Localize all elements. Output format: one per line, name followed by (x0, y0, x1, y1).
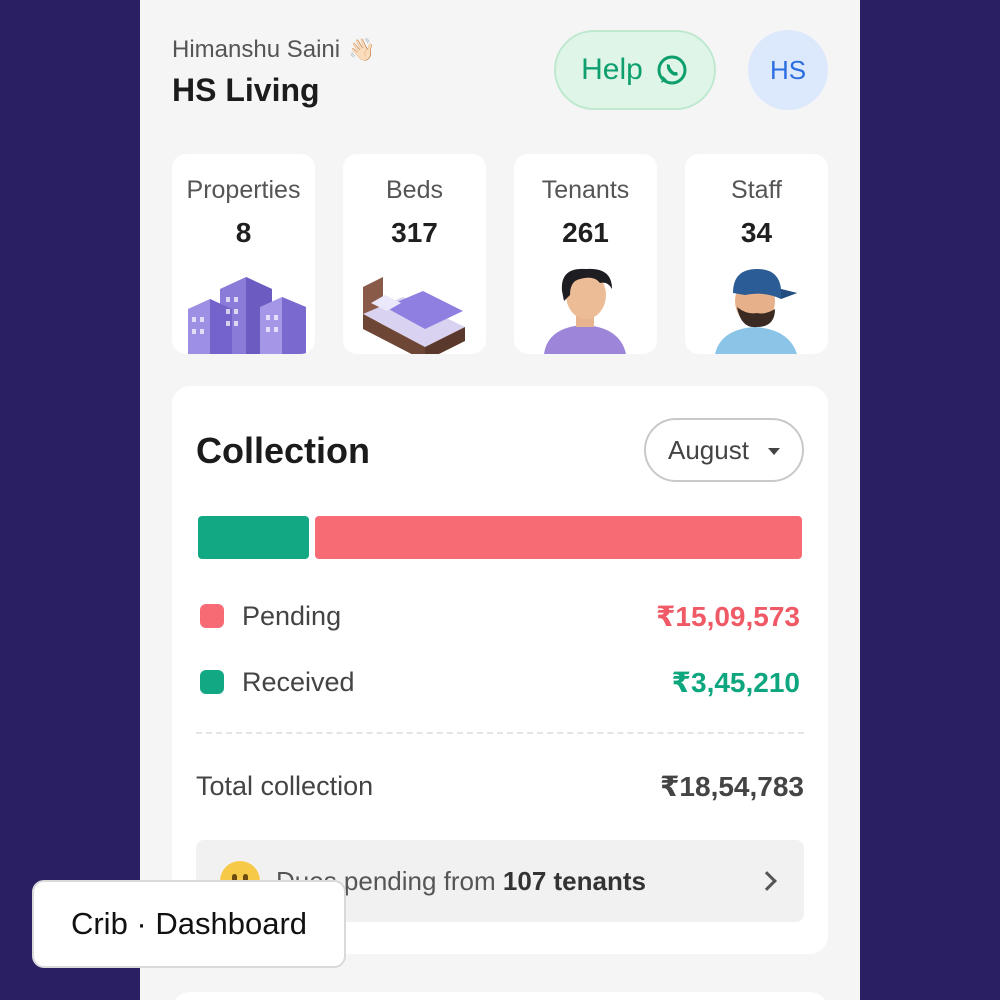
org-name: HS Living (172, 72, 320, 108)
stat-label: Beds (386, 176, 443, 204)
tenant-icon (544, 268, 626, 354)
collection-card: Collection August Pending ₹15,09,573 Rec… (172, 386, 828, 954)
stat-card-beds[interactable]: Beds 317 (343, 154, 486, 354)
stat-value: 317 (391, 217, 438, 248)
pending-dot (200, 604, 224, 628)
pending-label: Pending (242, 600, 342, 631)
divider (196, 732, 804, 734)
next-card (172, 992, 828, 1000)
stat-label: Properties (186, 176, 301, 204)
caret-down-icon (768, 448, 780, 455)
avatar[interactable]: HS (748, 30, 828, 110)
whatsapp-icon (657, 55, 687, 85)
pending-amount: ₹15,09,573 (655, 600, 800, 632)
month-dropdown[interactable]: August (644, 418, 804, 482)
app-screen: Himanshu Saini 👋🏻 HS Living Help HS Prop… (140, 0, 860, 1000)
pending-row: Pending ₹15,09,573 (200, 596, 800, 636)
dues-text: Dues pending from 107 tenants (276, 866, 760, 897)
pending-bar-segment (315, 516, 802, 559)
help-button[interactable]: Help (554, 30, 716, 110)
received-dot (200, 670, 224, 694)
stat-value: 8 (235, 217, 252, 248)
stat-card-properties[interactable]: Properties 8 (172, 154, 315, 354)
wave-icon: 👋🏻 (348, 37, 376, 62)
total-amount: ₹18,54,783 (659, 771, 804, 802)
app-badge: Crib · Dashboard (32, 880, 346, 968)
received-amount: ₹3,45,210 (671, 666, 800, 698)
received-bar-segment (198, 516, 310, 559)
received-row: Received ₹3,45,210 (200, 662, 800, 702)
user-name: Himanshu Saini (172, 36, 341, 63)
month-value: August (668, 434, 749, 465)
stat-value: 34 (740, 217, 773, 248)
stat-label: Tenants (541, 176, 630, 204)
total-label: Total collection (196, 771, 374, 801)
stat-value: 261 (562, 217, 609, 248)
help-label: Help (581, 53, 643, 86)
collection-bar (198, 516, 802, 559)
stats-row: Properties 8 Beds 317 Tenants 261 Staff … (172, 154, 828, 354)
dues-count: 107 tenants (502, 865, 646, 896)
buildings-icon (188, 277, 306, 354)
bed-icon (363, 277, 465, 354)
chevron-right-icon (757, 871, 777, 891)
stat-card-staff[interactable]: Staff 34 (685, 154, 828, 354)
total-row: Total collection ₹18,54,783 (196, 770, 804, 803)
stat-label: Staff (731, 176, 782, 204)
staff-icon (715, 269, 797, 354)
collection-title: Collection (196, 430, 371, 471)
received-label: Received (242, 666, 355, 697)
background-frame (0, 0, 140, 1000)
stat-card-tenants[interactable]: Tenants 261 (514, 154, 657, 354)
user-greeting: Himanshu Saini 👋🏻 (172, 36, 376, 64)
